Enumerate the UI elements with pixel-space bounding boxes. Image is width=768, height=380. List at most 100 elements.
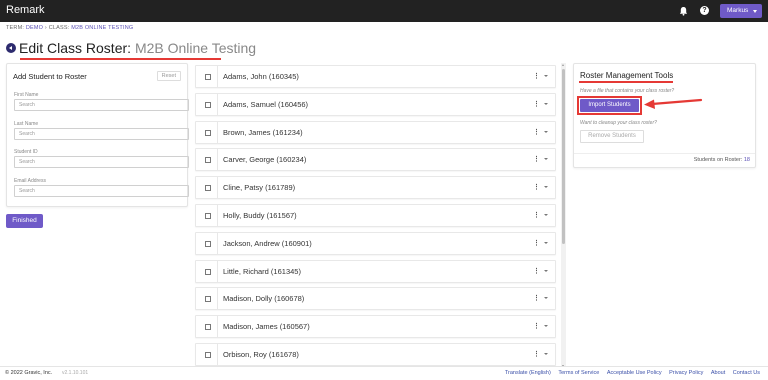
more-vertical-icon[interactable]: ⋮ <box>533 294 540 302</box>
copyright-text: © 2022 Gravic, Inc. <box>5 370 53 376</box>
more-vertical-icon[interactable]: ⋮ <box>533 322 540 330</box>
app-title[interactable]: Remark <box>6 4 45 16</box>
cleanup-hint: Want to cleanup your class roster? <box>580 120 657 126</box>
roster-row[interactable]: Adams, John (160345) ⋮ <box>195 65 556 88</box>
scroll-thumb[interactable] <box>562 69 565 244</box>
first-name-label: First Name <box>14 92 39 98</box>
row-divider <box>217 122 218 143</box>
row-divider <box>217 261 218 282</box>
back-arrow-icon[interactable] <box>6 43 16 53</box>
more-vertical-icon[interactable]: ⋮ <box>533 183 540 191</box>
chevron-down-icon[interactable] <box>544 325 548 327</box>
row-checkbox[interactable] <box>205 352 211 358</box>
footer-link-privacy[interactable]: Privacy Policy <box>669 370 703 376</box>
student-id-field[interactable]: Search <box>14 156 189 168</box>
more-vertical-icon[interactable]: ⋮ <box>533 128 540 136</box>
tools-title: Roster Management Tools <box>580 71 674 80</box>
term-link[interactable]: DEMO <box>26 25 43 31</box>
student-name: Jackson, Andrew (160901) <box>223 239 312 248</box>
footer-link-terms[interactable]: Terms of Service <box>558 370 599 376</box>
user-menu-button[interactable]: Markus <box>720 4 762 18</box>
row-checkbox[interactable] <box>205 130 211 136</box>
roster-row[interactable]: Madison, Dolly (160678) ⋮ <box>195 287 556 310</box>
roster-row[interactable]: Little, Richard (161345) ⋮ <box>195 260 556 283</box>
annotation-arrow-icon <box>644 98 703 109</box>
more-vertical-icon[interactable]: ⋮ <box>533 211 540 219</box>
row-divider <box>217 233 218 254</box>
import-students-button[interactable]: Import Students <box>580 99 639 112</box>
version-text: v2.1.10.101 <box>62 370 89 376</box>
footer: © 2022 Gravic, Inc. v2.1.10.101 Translat… <box>0 366 768 380</box>
student-name: Brown, James (161234) <box>223 128 303 137</box>
row-divider <box>217 344 218 365</box>
breadcrumb-separator: › <box>44 25 47 31</box>
more-vertical-icon[interactable]: ⋮ <box>533 155 540 163</box>
page-title-class: M2B Online Testing <box>134 40 257 56</box>
row-checkbox[interactable] <box>205 157 211 163</box>
count-value: 18 <box>743 157 750 163</box>
row-divider <box>217 66 218 87</box>
row-checkbox[interactable] <box>205 324 211 330</box>
chevron-down-icon[interactable] <box>544 186 548 188</box>
row-checkbox[interactable] <box>205 74 211 80</box>
chevron-down-icon[interactable] <box>544 75 548 77</box>
last-name-label: Last Name <box>14 121 39 127</box>
chevron-down-icon[interactable] <box>544 242 548 244</box>
student-name: Madison, Dolly (160678) <box>223 294 305 303</box>
roster-row[interactable]: Adams, Samuel (160456) ⋮ <box>195 93 556 116</box>
finished-button[interactable]: Finished <box>6 214 43 228</box>
roster-row[interactable]: Orbison, Roy (161678) ⋮ <box>195 343 556 366</box>
roster-row[interactable]: Cline, Patsy (161789) ⋮ <box>195 176 556 199</box>
more-vertical-icon[interactable]: ⋮ <box>533 239 540 247</box>
row-divider <box>217 149 218 170</box>
email-field[interactable]: Search <box>14 185 189 197</box>
chevron-down-icon[interactable] <box>544 270 548 272</box>
footer-link-about[interactable]: About <box>711 370 725 376</box>
annotation-underline-title <box>20 58 221 60</box>
chevron-down-icon[interactable] <box>544 103 548 105</box>
more-vertical-icon[interactable]: ⋮ <box>533 72 540 80</box>
row-checkbox[interactable] <box>205 269 211 275</box>
row-checkbox[interactable] <box>205 296 211 302</box>
user-name: Markus <box>727 7 749 14</box>
divider <box>574 153 755 154</box>
page-title-main: Edit Class Roster: <box>19 40 132 56</box>
reset-button[interactable]: Reset <box>156 71 181 81</box>
email-label: Email Address <box>14 178 46 184</box>
roster-row[interactable]: Madison, James (160567) ⋮ <box>195 315 556 338</box>
breadcrumb: TERM: DEMO › CLASS: M2B ONLINE TESTING <box>6 25 133 31</box>
row-checkbox[interactable] <box>205 241 211 247</box>
class-label: CLASS: <box>48 25 70 31</box>
chevron-down-icon[interactable] <box>544 214 548 216</box>
more-vertical-icon[interactable]: ⋮ <box>533 100 540 108</box>
row-checkbox[interactable] <box>205 213 211 219</box>
bell-icon[interactable] <box>679 6 688 16</box>
more-vertical-icon[interactable]: ⋮ <box>533 267 540 275</box>
class-link[interactable]: M2B ONLINE TESTING <box>71 25 133 31</box>
row-divider <box>217 288 218 309</box>
remove-students-button[interactable]: Remove Students <box>580 130 644 143</box>
chevron-down-icon[interactable] <box>544 353 548 355</box>
first-name-field[interactable]: Search <box>14 99 189 111</box>
footer-link-translate[interactable]: Translate (English) <box>505 370 551 376</box>
chevron-down-icon[interactable] <box>544 297 548 299</box>
last-name-field[interactable]: Search <box>14 128 189 140</box>
row-checkbox[interactable] <box>205 185 211 191</box>
chevron-down-icon[interactable] <box>544 131 548 133</box>
footer-link-acceptable-use[interactable]: Acceptable Use Policy <box>607 370 662 376</box>
roster-row[interactable]: Holly, Buddy (161567) ⋮ <box>195 204 556 227</box>
count-label: Students on Roster: <box>693 157 743 163</box>
roster-row[interactable]: Carver, George (160234) ⋮ <box>195 148 556 171</box>
roster-tools-card: Roster Management Tools Have a file that… <box>573 63 756 168</box>
student-id-label: Student ID <box>14 149 38 155</box>
chevron-down-icon[interactable] <box>544 158 548 160</box>
more-vertical-icon[interactable]: ⋮ <box>533 350 540 358</box>
row-checkbox[interactable] <box>205 102 211 108</box>
row-divider <box>217 316 218 337</box>
roster-scrollbar[interactable] <box>561 63 566 369</box>
help-icon[interactable]: ? <box>700 6 709 15</box>
scroll-up-icon[interactable] <box>562 64 564 66</box>
roster-row[interactable]: Jackson, Andrew (160901) ⋮ <box>195 232 556 255</box>
roster-row[interactable]: Brown, James (161234) ⋮ <box>195 121 556 144</box>
footer-link-contact[interactable]: Contact Us <box>733 370 760 376</box>
